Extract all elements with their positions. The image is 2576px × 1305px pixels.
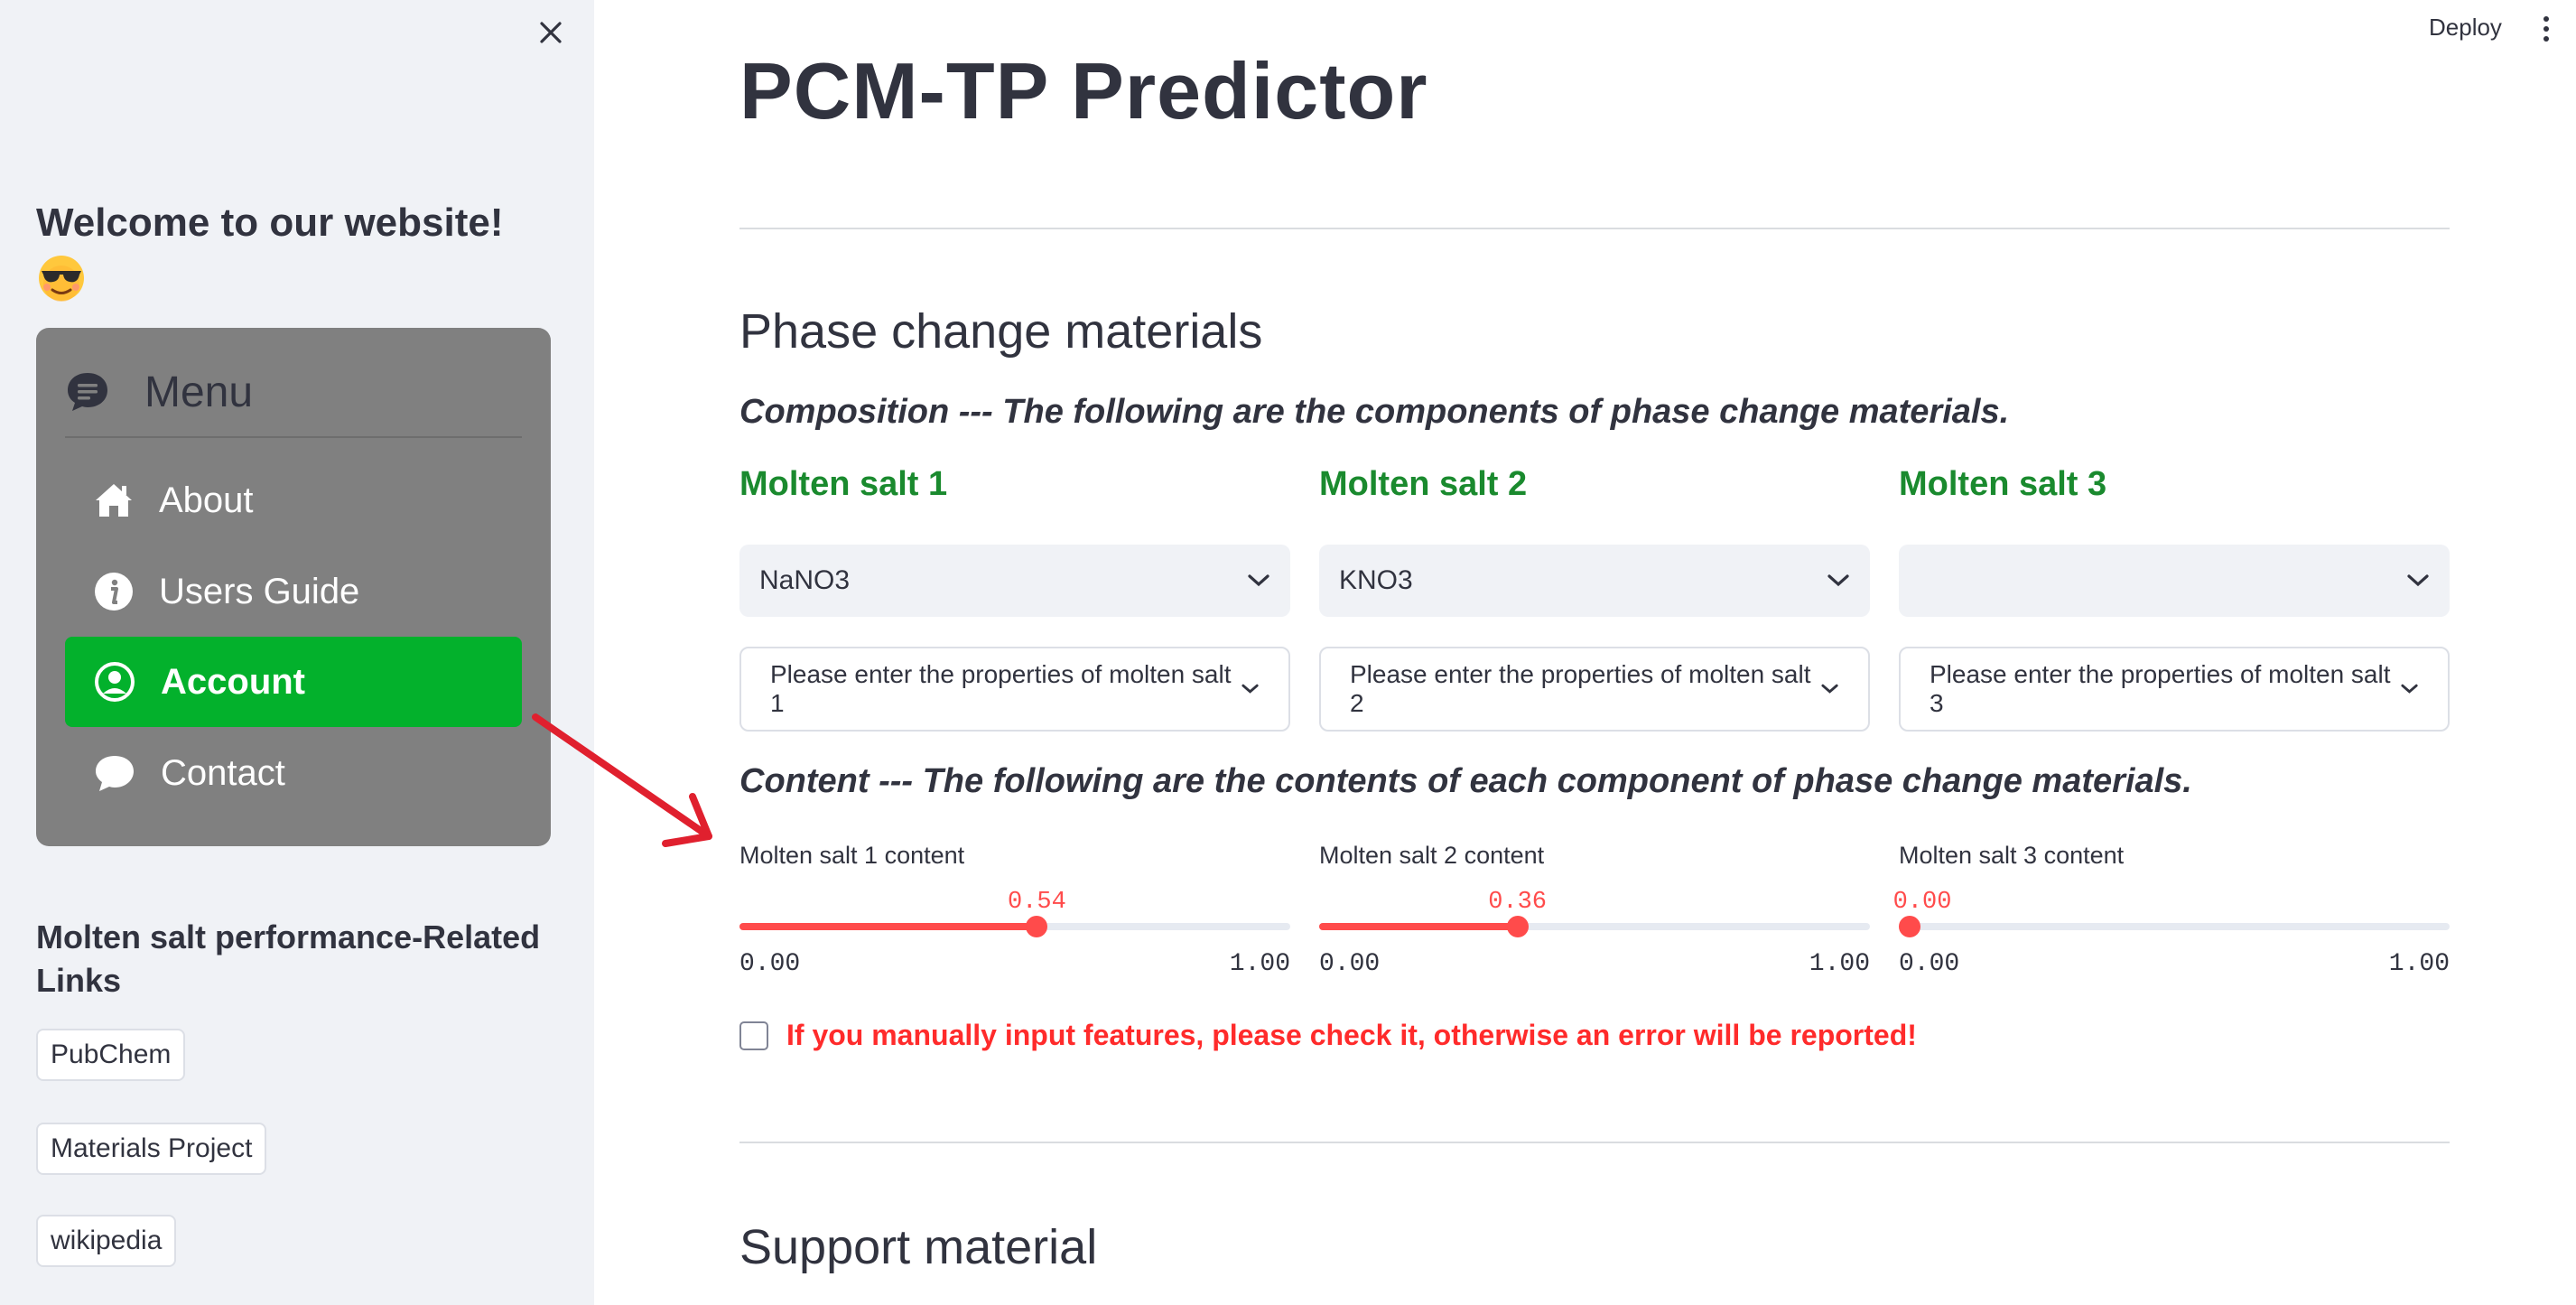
- slider-max: 1.00: [2388, 950, 2450, 978]
- manual-input-checkbox-row[interactable]: If you manually input features, please c…: [739, 1019, 1917, 1052]
- house-icon: [96, 484, 132, 517]
- slider-2-range: 0.00 1.00: [1319, 950, 1870, 978]
- slider-1-label: Molten salt 1 content: [739, 842, 965, 869]
- composition-caption: Composition --- The following are the co…: [739, 393, 2010, 431]
- info-circle-icon: [95, 573, 133, 611]
- chevron-down-icon: [1248, 574, 1269, 587]
- divider: [739, 228, 2450, 229]
- slider-min: 0.00: [1319, 950, 1381, 978]
- chevron-down-icon: [1827, 574, 1849, 587]
- welcome-text: Welcome to our website!: [36, 200, 504, 245]
- slider-1-range: 0.00 1.00: [739, 950, 1290, 978]
- slider-thumb[interactable]: [1506, 916, 1529, 937]
- slider-value: 0.54: [1007, 889, 1066, 916]
- close-sidebar-button[interactable]: [529, 11, 572, 54]
- menu-header: Menu: [65, 360, 253, 424]
- nav-menu: Menu About Users Guide Account Contact: [36, 328, 551, 846]
- phase-section-title: Phase change materials: [739, 304, 1263, 359]
- select-value: NaNO3: [759, 565, 851, 595]
- chevron-down-icon: [2407, 574, 2429, 587]
- link-materials-project[interactable]: Materials Project: [36, 1123, 267, 1175]
- menu-item-label: About: [159, 480, 254, 520]
- manual-input-checkbox-label: If you manually input features, please c…: [786, 1019, 1917, 1051]
- support-section-title: Support material: [739, 1220, 1098, 1274]
- page-title: PCM-TP Predictor: [739, 46, 1428, 135]
- slider-max: 1.00: [1229, 950, 1290, 978]
- annotation-arrow-icon: [532, 713, 712, 847]
- slider-fill: [1319, 923, 1518, 930]
- salt-2-label: Molten salt 2: [1319, 465, 1528, 503]
- content-caption: Content --- The following are the conten…: [739, 762, 2192, 800]
- expander-label: Please enter the properties of molten sa…: [1350, 660, 1811, 717]
- slider-value: 0.36: [1488, 889, 1547, 916]
- chevron-down-icon: [2401, 684, 2418, 694]
- salt-1-label: Molten salt 1: [739, 465, 948, 503]
- person-circle-icon: [95, 662, 135, 702]
- slider-max: 1.00: [1809, 950, 1870, 978]
- main-menu-button[interactable]: [2535, 11, 2557, 47]
- slider-min: 0.00: [1899, 950, 1960, 978]
- salt-1-properties-expander[interactable]: Please enter the properties of molten sa…: [739, 647, 1290, 732]
- menu-item-users-guide[interactable]: Users Guide: [65, 546, 522, 637]
- salt-3-label: Molten salt 3: [1899, 465, 2107, 503]
- slider-2-label: Molten salt 2 content: [1319, 842, 1545, 869]
- kebab-dot: [2543, 36, 2549, 42]
- link-wikipedia[interactable]: wikipedia: [36, 1215, 177, 1267]
- sidebar: Welcome to our website! Menu About Users…: [0, 0, 594, 1305]
- slider-track: [1899, 923, 2450, 930]
- salt-3-properties-expander[interactable]: Please enter the properties of molten sa…: [1899, 647, 2450, 732]
- salt-2-properties-expander[interactable]: Please enter the properties of molten sa…: [1319, 647, 1870, 732]
- menu-title: Menu: [144, 368, 254, 416]
- menu-item-label: Account: [161, 661, 305, 702]
- chevron-down-icon: [1242, 684, 1259, 694]
- menu-item-contact[interactable]: Contact: [65, 728, 522, 818]
- salt-3-select[interactable]: [1899, 545, 2450, 617]
- menu-item-account[interactable]: Account: [65, 637, 522, 727]
- expander-label: Please enter the properties of molten sa…: [770, 660, 1232, 717]
- slider-min: 0.00: [739, 950, 801, 978]
- slider-thumb[interactable]: [1026, 916, 1048, 937]
- deploy-button[interactable]: Deploy: [2429, 9, 2502, 45]
- slider-value: 0.00: [1892, 889, 1952, 916]
- links-title: Molten salt performance-Related Links: [36, 918, 541, 999]
- chevron-down-icon: [1821, 684, 1838, 694]
- sunglasses-emoji-icon: [39, 256, 84, 302]
- kebab-dot: [2543, 26, 2549, 32]
- menu-item-label: Contact: [161, 752, 285, 793]
- slider-3-label: Molten salt 3 content: [1899, 842, 2125, 869]
- slider-fill: [739, 923, 1037, 930]
- expander-label: Please enter the properties of molten sa…: [1930, 660, 2391, 717]
- salt-1-select[interactable]: NaNO3: [739, 545, 1290, 617]
- divider: [739, 1142, 2450, 1143]
- link-pubchem[interactable]: PubChem: [36, 1029, 186, 1081]
- menu-item-label: Users Guide: [159, 571, 360, 611]
- kebab-dot: [2543, 16, 2549, 22]
- menu-divider: [65, 436, 522, 438]
- salt-2-select[interactable]: KNO3: [1319, 545, 1870, 617]
- menu-item-about[interactable]: About: [65, 455, 522, 545]
- welcome-heading: Welcome to our website!: [36, 197, 569, 303]
- manual-input-checkbox[interactable]: [739, 1021, 768, 1050]
- chat-bubble-icon: [68, 373, 107, 411]
- close-icon: [540, 22, 562, 43]
- slider-3-range: 0.00 1.00: [1899, 950, 2450, 978]
- select-value: KNO3: [1339, 565, 1413, 595]
- chat-icon: [96, 756, 134, 791]
- slider-thumb[interactable]: [1899, 916, 1920, 937]
